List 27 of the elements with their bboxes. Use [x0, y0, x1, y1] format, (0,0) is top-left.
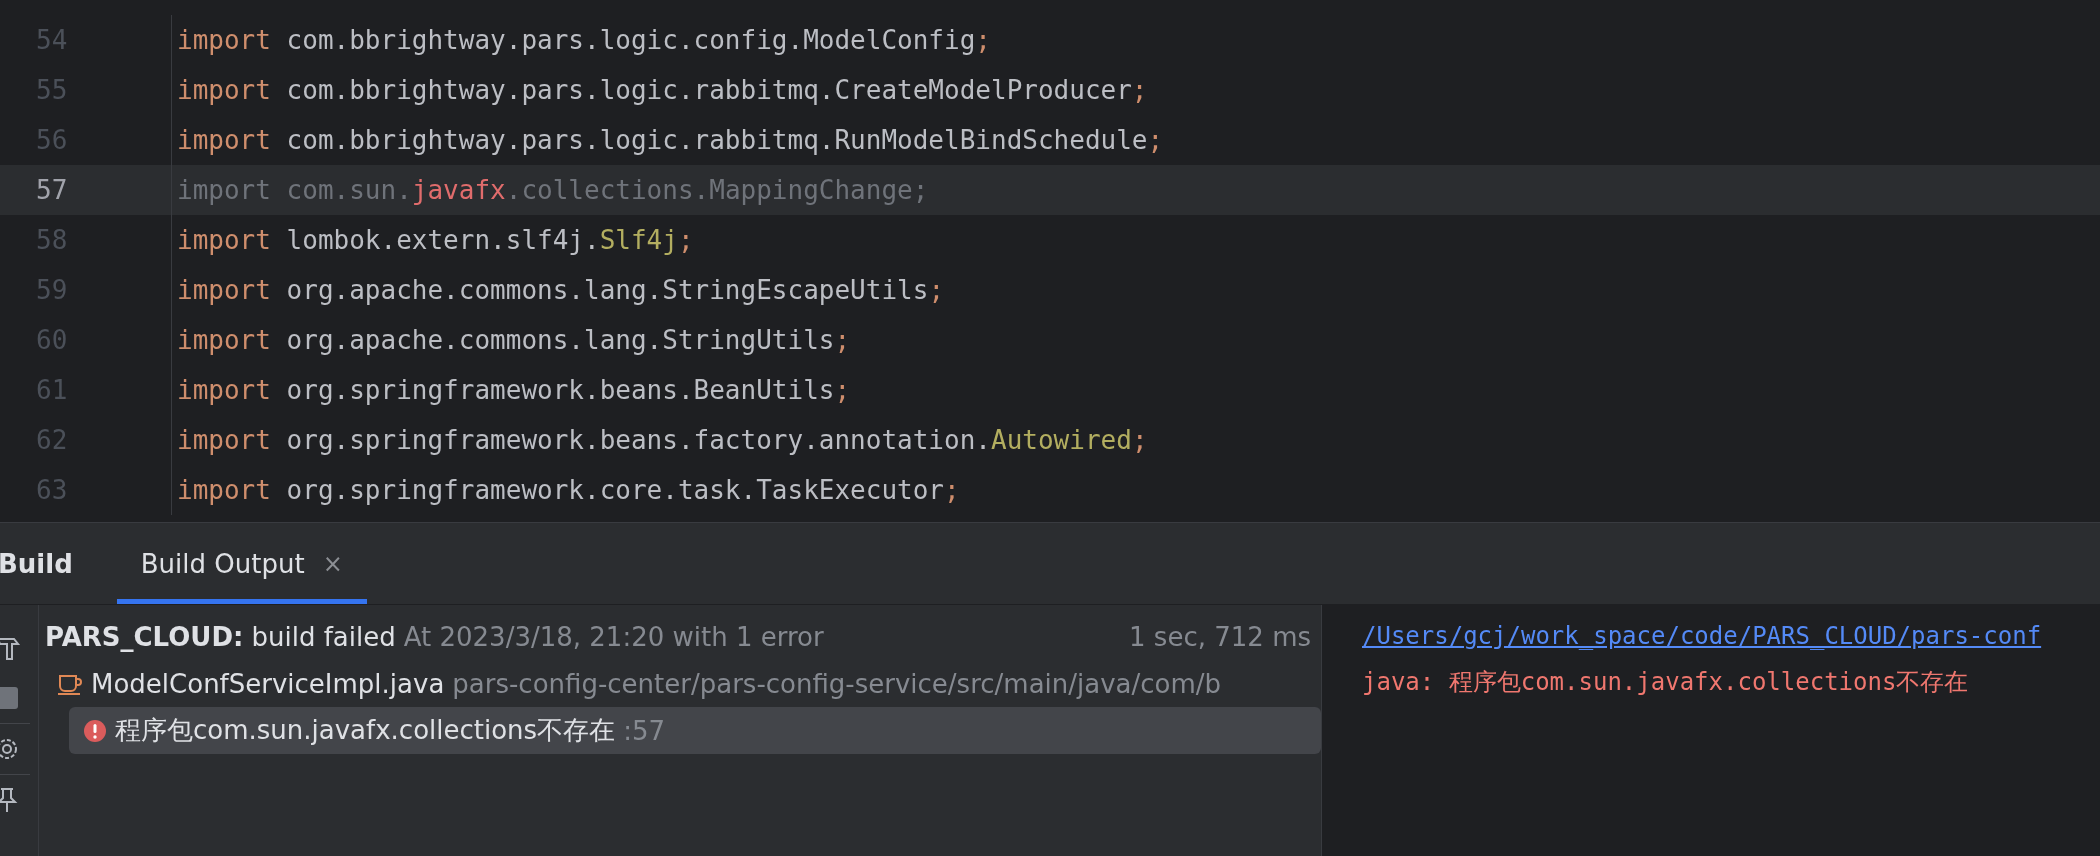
build-status: build failed: [251, 621, 396, 652]
error-message: 程序包com.sun.javafx.collections不存在: [115, 714, 616, 747]
file-path: pars-config-center/pars-config-service/src/main/java/com/b: [452, 668, 1222, 699]
code-text: import com.bbrightway.pars.logic.rabbitmq.CreateModelProducer;: [176, 75, 1148, 105]
error-output: java: 程序包com.sun.javafx.collections不存在: [1362, 668, 1969, 696]
tree-row[interactable]: 程序包com.sun.javafx.collections不存在 :57: [69, 707, 1321, 754]
code-text: import org.apache.commons.lang.StringUtils;: [176, 325, 851, 355]
code-text: import org.apache.commons.lang.StringEscapeUtils;: [176, 275, 945, 305]
code-text: import com.bbrightway.pars.logic.rabbitmq.RunModelBindSchedule;: [176, 125, 1164, 155]
code-text: import org.springframework.beans.factory.annotation.Autowired;: [176, 425, 1148, 455]
tree-row[interactable]: PARS_CLOUD: build failed At 2023/3/18, 21:20 with 1 error 1 sec, 712 ms: [45, 613, 1321, 660]
line-number: 57: [0, 165, 172, 215]
build-duration: 1 sec, 712 ms: [1129, 621, 1311, 652]
code-text: import com.bbrightway.pars.logic.config.ModelConfig;: [176, 25, 991, 55]
code-text: import org.springframework.beans.BeanUtils;: [176, 375, 851, 405]
error-line: :57: [623, 715, 665, 746]
code-text: import org.springframework.core.task.TaskExecutor;: [176, 475, 960, 505]
close-icon[interactable]: ×: [322, 549, 343, 578]
code-text: import lombok.extern.slf4j.Slf4j;: [176, 225, 694, 255]
panel-title: Build: [0, 547, 73, 581]
project-name: PARS_CLOUD:: [45, 621, 244, 652]
file-name: ModelConfServiceImpl.java: [91, 668, 445, 699]
code-text: import com.sun.javafx.collections.MappingChange;: [176, 175, 929, 205]
file-link[interactable]: /Users/gcj/work_space/code/PARS_CLOUD/pars-conf: [1362, 613, 2042, 659]
build-detail: At 2023/3/18, 21:20 with 1 error: [403, 621, 824, 652]
error-icon: [83, 718, 107, 743]
tree-row[interactable]: ModelConfServiceImpl.java pars-config-center/pars-config-service/src/main/java/com/b: [57, 660, 1321, 707]
